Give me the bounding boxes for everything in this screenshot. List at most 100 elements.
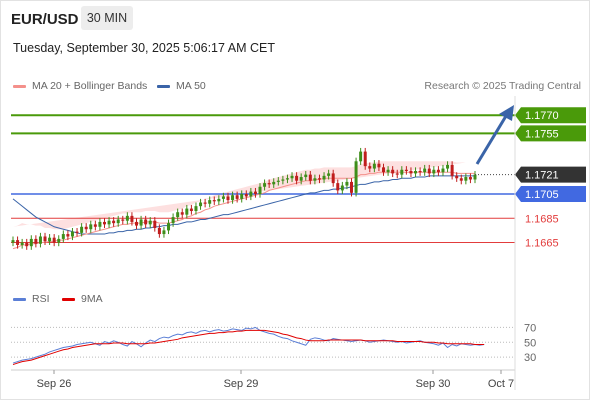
candle-body — [48, 237, 52, 242]
candle-body — [93, 224, 97, 227]
candle-body — [244, 194, 248, 197]
rsi-ma-line — [12, 329, 485, 366]
candle-body — [194, 206, 198, 212]
candle-body — [313, 178, 317, 181]
candle-body — [354, 161, 358, 193]
candle-body — [153, 220, 157, 228]
candle-body — [176, 212, 180, 218]
candle-body — [139, 219, 143, 226]
level-label-4: 1.1665 — [525, 238, 559, 250]
level-label-2: 1.1705 — [525, 189, 559, 201]
candle-body — [441, 168, 445, 173]
candle-body — [34, 238, 38, 244]
candle-body — [427, 168, 431, 174]
candle-body — [464, 177, 468, 181]
candle-body — [112, 220, 116, 224]
candle-body — [340, 185, 344, 191]
candle-body — [162, 230, 166, 235]
candle-body — [331, 173, 335, 184]
candle-body — [116, 219, 120, 224]
x-tick-label: Sep 30 — [416, 378, 451, 390]
candle-body — [423, 168, 427, 173]
candle-body — [336, 183, 340, 191]
candle-body — [377, 163, 381, 168]
candle-body — [253, 191, 257, 195]
candle-body — [372, 163, 376, 169]
ma50-line — [12, 175, 475, 235]
candle-body — [102, 221, 106, 225]
candle-body — [180, 212, 184, 215]
candle-body — [345, 181, 349, 186]
candle-body — [38, 236, 42, 244]
rsi-tick-label: 70 — [524, 322, 536, 334]
candle-body — [322, 175, 326, 180]
candle-body — [258, 186, 262, 195]
candle-body — [359, 151, 363, 162]
price-chart: 1.1770 1.1755 1.1705 1.1685 1.1665 1.1721 70 50… — [11, 96, 586, 390]
rsi-tick-label: 30 — [524, 352, 536, 364]
candle-body — [43, 236, 47, 242]
candle-body — [349, 181, 353, 193]
candle-body — [455, 175, 459, 179]
candle-body — [16, 240, 20, 245]
candle-body — [125, 215, 129, 221]
candle-body — [468, 177, 472, 180]
candle-body — [400, 169, 404, 175]
candle-body — [304, 174, 308, 178]
candle-body — [199, 202, 203, 207]
level-label-0: 1.1770 — [525, 110, 559, 122]
candle-body — [11, 240, 15, 243]
candle-body — [386, 169, 390, 173]
candle-body — [308, 174, 312, 181]
candle-body — [409, 170, 413, 174]
candle-body — [89, 224, 93, 230]
candle-body — [130, 215, 134, 222]
candle-body — [317, 178, 321, 180]
candle-body — [240, 194, 244, 199]
candle-body — [391, 169, 395, 174]
x-tick-label: Oct 7 — [488, 378, 514, 390]
candle-body — [473, 174, 477, 180]
candle-body — [368, 166, 372, 169]
candle-body — [363, 151, 367, 167]
bollinger-band-fill — [13, 161, 466, 230]
candle-body — [459, 178, 463, 181]
candle-body — [25, 242, 29, 247]
x-tick-label: Sep 29 — [224, 378, 259, 390]
rsi-tick-label: 50 — [524, 337, 536, 349]
candle-body — [446, 164, 450, 169]
candle-body — [235, 195, 239, 199]
candle-body — [98, 221, 102, 227]
candle-body — [299, 177, 303, 181]
candle-body — [226, 196, 230, 201]
candle-body — [80, 226, 84, 233]
candle-body — [57, 238, 61, 243]
candle-body — [208, 200, 212, 204]
x-tick-label: Sep 26 — [37, 378, 72, 390]
current-price-label: 1.1721 — [525, 170, 559, 182]
candle-body — [327, 173, 331, 176]
candle-body — [135, 221, 139, 226]
candle-body — [148, 220, 152, 225]
candle-body — [203, 202, 207, 204]
candle-body — [231, 195, 235, 201]
candle-body — [171, 217, 175, 224]
candle-body — [418, 170, 422, 173]
candle-body — [121, 219, 125, 221]
candle-body — [249, 191, 253, 197]
candle-body — [267, 183, 271, 185]
candle-body — [61, 234, 65, 239]
candle-body — [107, 220, 111, 225]
candle-body — [281, 179, 285, 181]
candle-body — [295, 175, 299, 181]
candle-body — [276, 180, 280, 182]
candle-body — [70, 231, 74, 237]
candle-body — [404, 169, 408, 171]
candle-body — [29, 238, 33, 247]
candle-body — [450, 164, 454, 176]
candle-body — [217, 198, 221, 202]
candle-body — [221, 196, 225, 199]
candle-body — [263, 183, 267, 187]
candle-body — [212, 200, 216, 202]
candle-body — [75, 231, 79, 233]
